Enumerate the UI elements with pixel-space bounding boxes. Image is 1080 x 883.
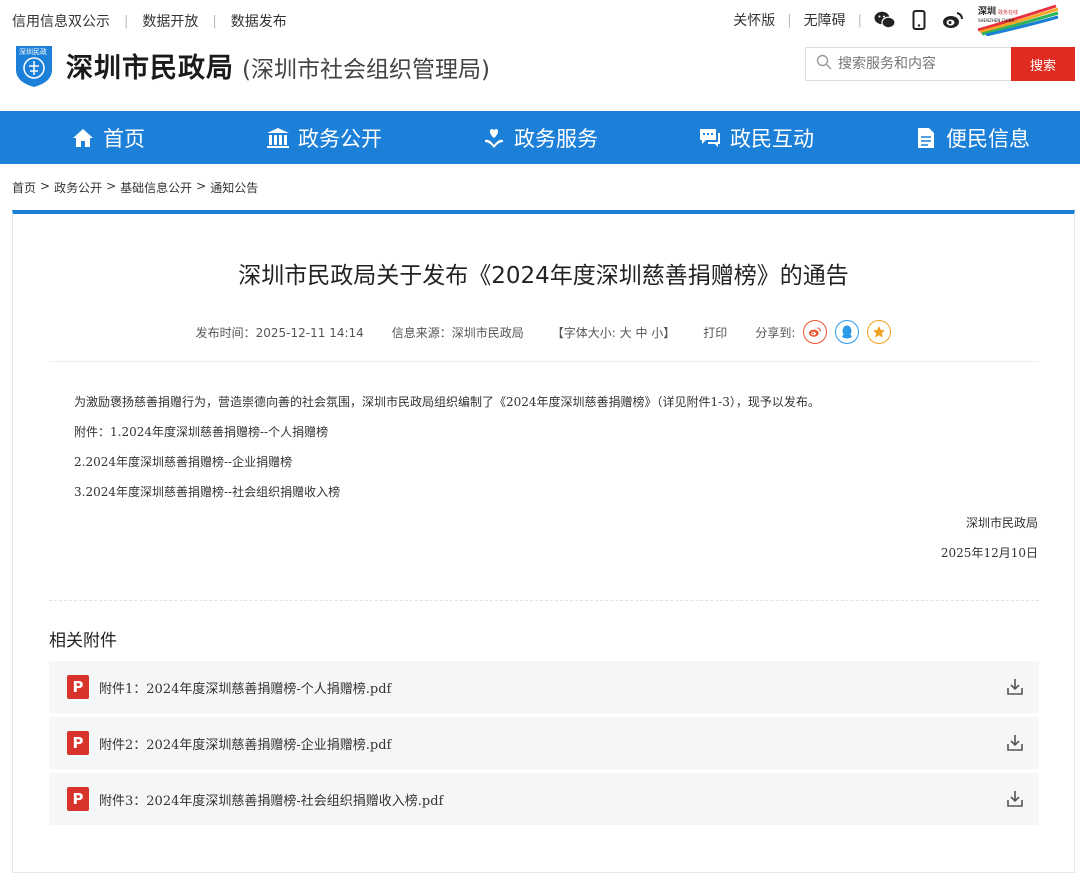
- signature-org: 深圳市民政局: [965, 516, 1038, 530]
- site-header: 深圳民政 深圳市民政局 (深圳市社会组织管理局) 搜索: [0, 40, 1080, 110]
- nav-item-home[interactable]: 首页: [0, 111, 216, 164]
- government-building-icon: [266, 126, 290, 150]
- divider: [49, 600, 1039, 601]
- article-meta: 发布时间：2025-12-11 14:14 信息来源：深圳市民政局 【字体大小:…: [13, 320, 1074, 344]
- attachments-heading: 相关附件: [49, 631, 117, 651]
- emblem-text: 深圳民政: [19, 48, 47, 56]
- nav-label: 首页: [103, 126, 145, 151]
- site-subtitle: (深圳市社会组织管理局): [242, 57, 490, 83]
- bureau-emblem-logo[interactable]: 深圳民政: [13, 44, 55, 87]
- divider: [49, 361, 1039, 362]
- nav-item-interaction[interactable]: 政民互动: [648, 111, 864, 164]
- home-icon: [71, 126, 95, 150]
- top-right-tools: 关怀版 | 无障碍 | 深圳 政务在线 SHENZHEN CHINA: [733, 4, 1060, 37]
- share-group: 分享到:: [755, 320, 892, 344]
- article-panel: 深圳市民政局关于发布《2024年度深圳慈善捐赠榜》的通告 发布时间：2025-1…: [12, 210, 1075, 873]
- breadcrumb-basic-info[interactable]: 基础信息公开: [120, 179, 192, 196]
- pdf-file-icon: P: [67, 787, 89, 811]
- breadcrumb-separator: >: [40, 179, 51, 193]
- document-icon: [914, 126, 938, 150]
- nav-item-government-services[interactable]: 政务服务: [432, 111, 648, 164]
- divider: |: [857, 12, 862, 28]
- svg-text:深圳: 深圳: [978, 5, 996, 17]
- attachment-name[interactable]: 附件3：2024年度深圳慈善捐赠榜-社会组织捐赠收入榜.pdf: [99, 790, 443, 809]
- wechat-icon[interactable]: [874, 9, 896, 31]
- download-icon[interactable]: [1005, 677, 1025, 697]
- pdf-file-icon: P: [67, 675, 89, 699]
- print-button[interactable]: 打印: [703, 324, 727, 341]
- nav-item-public-info[interactable]: 便民信息: [864, 111, 1080, 164]
- link-data-release[interactable]: 数据发布: [231, 11, 287, 31]
- divider: |: [787, 12, 792, 28]
- main-nav: 首页 政务公开 政务服务 政民互动 便民信息: [0, 111, 1080, 164]
- search-box: [805, 47, 1011, 81]
- share-qzone-icon[interactable]: [867, 320, 892, 344]
- breadcrumb: 首页 > 政务公开 > 基础信息公开 > 通知公告: [12, 179, 258, 196]
- nav-item-government-affairs[interactable]: 政务公开: [216, 111, 432, 164]
- link-data-open[interactable]: 数据开放: [142, 11, 198, 31]
- breadcrumb-home[interactable]: 首页: [12, 179, 36, 196]
- signature-date: 2025年12月10日: [940, 546, 1038, 560]
- accessibility-link[interactable]: 无障碍: [804, 10, 846, 30]
- nav-label: 便民信息: [946, 126, 1030, 151]
- divider: |: [212, 13, 217, 29]
- svg-text:SHENZHEN CHINA: SHENZHEN CHINA: [978, 18, 1015, 23]
- nav-label: 政务公开: [298, 126, 382, 151]
- attachment-name[interactable]: 附件1：2024年度深圳慈善捐赠榜-个人捐赠榜.pdf: [99, 678, 391, 697]
- download-icon[interactable]: [1005, 789, 1025, 809]
- search-icon: [816, 54, 832, 74]
- breadcrumb-government-affairs[interactable]: 政务公开: [54, 179, 102, 196]
- body-paragraph: 2.2024年度深圳慈善捐赠榜--企业捐赠榜: [74, 455, 293, 469]
- shenzhen-city-logo: 深圳 政务在线 SHENZHEN CHINA: [976, 4, 1060, 37]
- breadcrumb-separator: >: [196, 179, 207, 193]
- article-title: 深圳市民政局关于发布《2024年度深圳慈善捐赠榜》的通告: [238, 263, 849, 289]
- nav-label: 政民互动: [730, 126, 814, 151]
- site-title[interactable]: 深圳市民政局: [66, 46, 234, 85]
- svg-text:政务在线: 政务在线: [998, 9, 1018, 16]
- share-weibo-icon[interactable]: [803, 320, 828, 344]
- article-body: 为激励褒扬慈善捐赠行为，营造崇德向善的社会氛围，深圳市民政局组织编制了《2024…: [74, 390, 1044, 510]
- body-paragraph: 3.2024年度深圳慈善捐赠榜--社会组织捐赠收入榜: [74, 485, 341, 499]
- top-links: 信用信息双公示 | 数据开放 | 数据发布: [12, 11, 287, 31]
- publish-time: 发布时间：2025-12-11 14:14: [195, 325, 364, 340]
- weibo-icon[interactable]: [942, 9, 964, 31]
- attachment-item[interactable]: P 附件2：2024年度深圳慈善捐赠榜-企业捐赠榜.pdf: [49, 717, 1039, 769]
- chat-icon: [698, 126, 722, 150]
- care-mode-link[interactable]: 关怀版: [733, 10, 775, 30]
- info-source: 信息来源：深圳市民政局: [391, 325, 524, 340]
- download-icon[interactable]: [1005, 733, 1025, 753]
- service-hand-icon: [482, 126, 506, 150]
- share-label: 分享到:: [755, 325, 796, 340]
- body-paragraph: 附件：1.2024年度深圳慈善捐赠榜--个人捐赠榜: [74, 425, 329, 439]
- share-qq-icon[interactable]: [835, 320, 860, 344]
- breadcrumb-separator: >: [106, 179, 117, 193]
- search-button[interactable]: 搜索: [1011, 47, 1075, 81]
- body-paragraph: 为激励褒扬慈善捐赠行为，营造崇德向善的社会氛围，深圳市民政局组织编制了《2024…: [74, 395, 820, 409]
- attachment-item[interactable]: P 附件3：2024年度深圳慈善捐赠榜-社会组织捐赠收入榜.pdf: [49, 773, 1039, 825]
- mobile-icon[interactable]: [908, 9, 930, 31]
- search-input[interactable]: [838, 56, 998, 72]
- font-size-control[interactable]: 【字体大小: 大 中 小】: [552, 324, 676, 341]
- attachment-item[interactable]: P 附件1：2024年度深圳慈善捐赠榜-个人捐赠榜.pdf: [49, 661, 1039, 713]
- pdf-file-icon: P: [67, 731, 89, 755]
- breadcrumb-notices[interactable]: 通知公告: [210, 179, 258, 196]
- nav-label: 政务服务: [514, 126, 598, 151]
- divider: |: [124, 13, 129, 29]
- attachment-name[interactable]: 附件2：2024年度深圳慈善捐赠榜-企业捐赠榜.pdf: [99, 734, 391, 753]
- link-credit-info[interactable]: 信用信息双公示: [12, 11, 110, 31]
- top-utility-bar: 信用信息双公示 | 数据开放 | 数据发布 关怀版 | 无障碍 | 深圳 政务在…: [0, 0, 1080, 40]
